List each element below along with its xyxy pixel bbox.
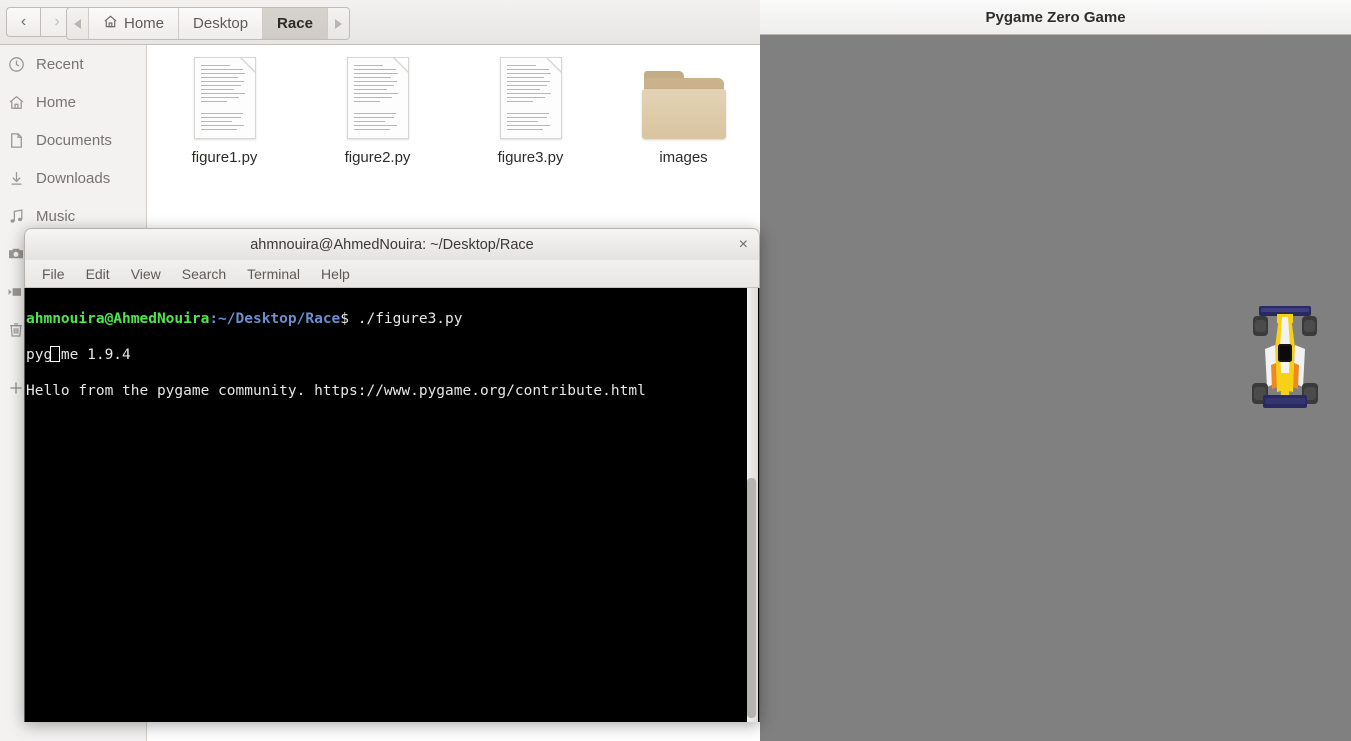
sidebar-item-label: Documents	[36, 131, 112, 149]
icon-grid: figure1.py figure2.py figure3.py images	[148, 57, 760, 166]
terminal-output-line: Hello from the pygame community. https:/…	[26, 383, 646, 399]
document-icon	[7, 131, 25, 149]
document-file-icon	[499, 57, 562, 139]
file-name-label: figure1.py	[191, 149, 258, 166]
folder-icon	[641, 71, 726, 139]
breadcrumb-scroll-right-button[interactable]	[327, 8, 349, 39]
prompt-user-host: ahmnouira@AhmedNouira	[26, 311, 210, 327]
video-icon	[7, 283, 25, 301]
file-item-figure1[interactable]: figure1.py	[148, 57, 301, 166]
document-file-icon	[193, 57, 256, 139]
breadcrumb-label: Desktop	[193, 15, 249, 32]
chevron-right-icon: ›	[54, 13, 60, 30]
close-icon[interactable]: ×	[739, 236, 748, 253]
plus-icon	[7, 379, 25, 397]
home-icon	[7, 93, 25, 111]
sidebar-item-downloads[interactable]: Downloads	[0, 159, 146, 197]
window-title: Pygame Zero Game	[985, 8, 1126, 26]
download-icon	[7, 169, 25, 187]
chevron-left-icon: ‹	[20, 13, 27, 30]
file-name-label: figure3.py	[497, 149, 564, 166]
menu-item-terminal[interactable]: Terminal	[238, 264, 309, 284]
sidebar-item-recent[interactable]: Recent	[0, 45, 146, 83]
camera-icon	[7, 245, 25, 263]
menu-item-view[interactable]: View	[122, 264, 170, 284]
navigation-buttons: ‹ ›	[6, 7, 74, 37]
breadcrumb: Home Desktop Race	[66, 7, 350, 40]
sidebar-item-label: Home	[36, 93, 77, 111]
terminal-cursor	[50, 346, 60, 362]
breadcrumb-label: Race	[277, 15, 313, 32]
menu-item-edit[interactable]: Edit	[77, 264, 119, 284]
breadcrumb-item-home[interactable]: Home	[89, 8, 180, 39]
trash-icon	[7, 321, 25, 339]
terminal-title-bar[interactable]: ahmnouira@AhmedNouira: ~/Desktop/Race ×	[24, 228, 760, 260]
triangle-right-icon	[334, 18, 342, 29]
breadcrumb-label: Home	[124, 15, 165, 32]
file-item-images[interactable]: images	[607, 57, 760, 166]
sidebar-item-label: Music	[36, 207, 76, 225]
terminal-menu-bar: File Edit View Search Terminal Help	[24, 260, 760, 288]
terminal-output-area[interactable]: ahmnouira@AhmedNouira:~/Desktop/Race$ ./…	[24, 288, 760, 722]
prompt-command: $ ./figure3.py	[340, 311, 463, 327]
window-title: ahmnouira@AhmedNouira: ~/Desktop/Race	[250, 236, 534, 253]
pygame-zero-window: Pygame Zero Game	[760, 0, 1351, 741]
terminal-window: ahmnouira@AhmedNouira: ~/Desktop/Race × …	[24, 228, 760, 722]
terminal-scrollbar-thumb[interactable]	[747, 478, 756, 718]
breadcrumb-scroll-left-button[interactable]	[67, 8, 89, 39]
breadcrumb-item-desktop[interactable]: Desktop	[179, 8, 264, 39]
document-file-icon	[346, 57, 409, 139]
menu-item-help[interactable]: Help	[312, 264, 359, 284]
music-note-icon	[7, 207, 25, 225]
home-icon	[103, 14, 118, 33]
file-item-figure2[interactable]: figure2.py	[301, 57, 454, 166]
terminal-text: ahmnouira@AhmedNouira:~/Desktop/Race$ ./…	[26, 292, 646, 436]
menu-item-file[interactable]: File	[33, 264, 74, 284]
breadcrumb-item-race[interactable]: Race	[263, 8, 328, 39]
pygame-title-bar[interactable]: Pygame Zero Game	[760, 0, 1351, 35]
race-car-sprite	[1252, 306, 1318, 408]
sidebar-item-label: Recent	[36, 55, 84, 73]
terminal-scrollbar[interactable]	[747, 288, 758, 722]
sidebar-item-home[interactable]: Home	[0, 83, 146, 121]
file-name-label: images	[659, 149, 708, 166]
triangle-left-icon	[74, 18, 81, 29]
terminal-prompt-line: ahmnouira@AhmedNouira:~/Desktop/Race$ ./…	[26, 310, 646, 328]
game-canvas[interactable]	[760, 35, 1351, 741]
back-button[interactable]: ‹	[6, 7, 40, 37]
sidebar-item-label: Downloads	[36, 169, 111, 187]
file-name-label: figure2.py	[344, 149, 411, 166]
prompt-path: :~/Desktop/Race	[209, 311, 341, 327]
clock-icon	[7, 55, 25, 73]
sidebar-item-documents[interactable]: Documents	[0, 121, 146, 159]
file-item-figure3[interactable]: figure3.py	[454, 57, 607, 166]
terminal-output-line: pygame 1.9.4	[26, 347, 131, 363]
file-manager-header-bar: ‹ › Home Desktop Race	[0, 0, 760, 45]
menu-item-search[interactable]: Search	[173, 264, 235, 284]
